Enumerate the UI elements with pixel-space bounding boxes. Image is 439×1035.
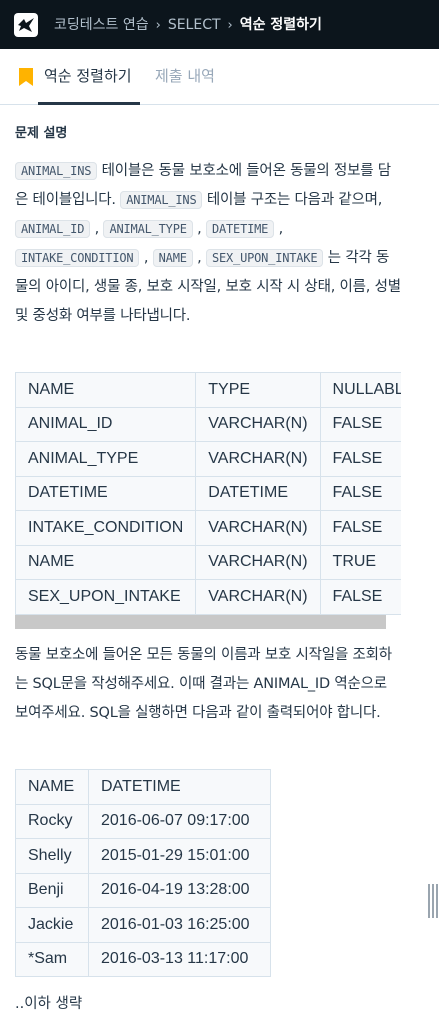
table-row: Benji 2016-04-19 13:28:00 [15,872,271,908]
code-sex-upon-intake: SEX_UPON_INTAKE [205,249,324,267]
column-header: NAME [15,769,89,805]
table-cell: DATETIME [15,475,197,511]
table-row: INTAKE_CONDITION VARCHAR(N) FALSE [15,510,401,546]
table-cell: Benji [15,872,89,908]
tab-bar: 역순 정렬하기 제출 내역 [0,49,439,105]
chevron-right-icon: › [227,18,233,33]
breadcrumb-current: 역순 정렬하기 [239,17,322,33]
table-cell: DATETIME [195,475,321,511]
table-cell: Rocky [15,803,89,839]
table-row: ANIMAL_ID VARCHAR(N) FALSE [15,406,401,442]
table-header-row: NAME DATETIME [15,769,271,805]
column-header: NAME [15,372,197,408]
code-animal-type: ANIMAL_TYPE [103,220,193,238]
table-row: DATETIME DATETIME FALSE [15,475,401,511]
omitted-note: ..이하 생략 [15,996,83,1012]
task-description: 동물 보호소에 들어온 모든 동물의 이름과 보호 시작일을 조회하는 SQL문… [15,647,392,721]
table-row: Jackie 2016-01-03 16:25:00 [15,907,271,943]
table-cell: SEX_UPON_INTAKE [15,579,197,615]
table-header-row: NAME TYPE NULLABLE [15,372,401,408]
schema-table: NAME TYPE NULLABLE ANIMAL_ID VARCHAR(N) … [15,372,401,615]
column-header: NULLABLE [319,372,401,408]
table-cell: 2016-06-07 09:17:00 [88,803,271,839]
table-cell: FALSE [319,441,401,477]
grip-line [428,884,430,918]
code-name: NAME [152,249,193,267]
table-row: NAME VARCHAR(N) TRUE [15,544,401,580]
code-intake-condition: INTAKE_CONDITION [15,249,140,267]
result-table: NAME DATETIME Rocky 2016-06-07 09:17:00 … [15,769,271,977]
table-row: SEX_UPON_INTAKE VARCHAR(N) FALSE [15,579,401,615]
active-tab-indicator [38,102,140,105]
table-row: *Sam 2016-03-13 11:17:00 [15,941,271,977]
code-animal-id: ANIMAL_ID [15,220,91,238]
horizontal-scrollbar[interactable] [15,615,386,629]
table-row: Shelly 2015-01-29 15:01:00 [15,838,271,874]
chevron-right-icon: › [155,18,161,33]
table-cell: FALSE [319,406,401,442]
table-cell: FALSE [319,579,401,615]
column-header: TYPE [195,372,321,408]
problem-description: ANIMAL_INS 테이블은 동물 보호소에 들어온 동물의 정보를 담은 테… [15,162,401,324]
grip-line [436,884,438,918]
table-cell: ANIMAL_ID [15,406,197,442]
breadcrumb-select[interactable]: SELECT [168,17,221,33]
table-cell: INTAKE_CONDITION [15,510,197,546]
bookmark-icon[interactable] [19,68,33,86]
table-cell: VARCHAR(N) [195,510,321,546]
table-cell: VARCHAR(N) [195,406,321,442]
table-cell: FALSE [319,510,401,546]
tab-problem[interactable]: 역순 정렬하기 [44,65,132,86]
table-cell: *Sam [15,941,89,977]
table-cell: ANIMAL_TYPE [15,441,197,477]
code-datetime: DATETIME [205,220,275,238]
table-cell: 2015-01-29 15:01:00 [88,838,271,874]
section-title: 문제 설명 [15,126,68,141]
table-cell: FALSE [319,475,401,511]
table-cell: 2016-04-19 13:28:00 [88,872,271,908]
panel-resize-handle[interactable] [428,884,438,918]
table-cell: VARCHAR(N) [195,441,321,477]
top-bar: 코딩테스트 연습 › SELECT › 역순 정렬하기 [0,0,439,49]
table-cell: Jackie [15,907,89,943]
table-cell: VARCHAR(N) [195,544,321,580]
table-cell: Shelly [15,838,89,874]
table-cell: 2016-03-13 11:17:00 [88,941,271,977]
table-cell: NAME [15,544,197,580]
table-cell: 2016-01-03 16:25:00 [88,907,271,943]
table-cell: VARCHAR(N) [195,579,321,615]
column-header: DATETIME [88,769,271,805]
breadcrumb-coding-test[interactable]: 코딩테스트 연습 [54,17,149,33]
table-row: ANIMAL_TYPE VARCHAR(N) FALSE [15,441,401,477]
breadcrumb: 코딩테스트 연습 › SELECT › 역순 정렬하기 [54,15,322,36]
table-row: Rocky 2016-06-07 09:17:00 [15,803,271,839]
code-animal-ins: ANIMAL_INS [120,191,203,209]
table-cell: TRUE [319,544,401,580]
code-animal-ins: ANIMAL_INS [15,162,98,180]
schema-table-scroll[interactable]: NAME TYPE NULLABLE ANIMAL_ID VARCHAR(N) … [15,372,401,631]
programmers-logo-icon[interactable] [14,13,38,37]
grip-line [432,884,434,918]
tab-submissions[interactable]: 제출 내역 [155,65,215,86]
